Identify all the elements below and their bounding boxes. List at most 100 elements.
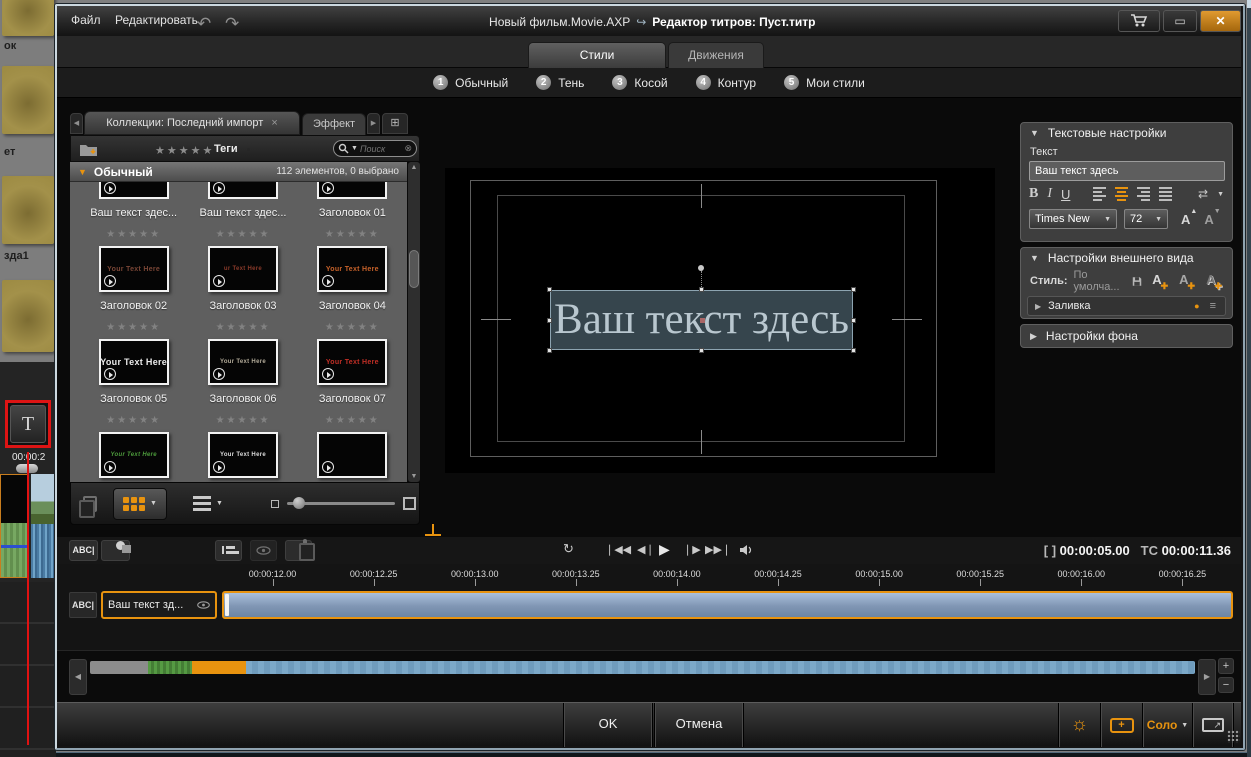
close-button[interactable]: ✕ — [1200, 10, 1241, 32]
background-header[interactable]: ▶ Настройки фона — [1021, 325, 1232, 347]
font-size-select[interactable]: 72 ▼ — [1124, 209, 1168, 229]
timeline-ruler[interactable]: 00:00:12.00 00:00:12.25 00:00:13.00 00:0… — [222, 564, 1233, 590]
clip-trim-handle[interactable] — [225, 594, 229, 616]
navigator-segment-orange[interactable] — [192, 661, 246, 674]
resize-handle-se[interactable] — [851, 348, 856, 353]
folder-import-icon[interactable] — [79, 142, 99, 157]
play-icon[interactable] — [322, 368, 334, 380]
zoom-large-icon[interactable] — [403, 497, 416, 510]
list-item[interactable]: Заголовок 01 — [298, 182, 407, 219]
search-options-caret-icon[interactable]: ▼ — [351, 145, 358, 152]
list-item[interactable]: Ваш текст здес... — [188, 182, 297, 219]
resize-handle-s[interactable] — [699, 348, 704, 353]
decrease-font-button[interactable]: A▼ — [1204, 212, 1220, 227]
scroll-left-button[interactable]: ◀ — [69, 659, 87, 695]
item-rating[interactable]: ★★★★★ — [325, 322, 380, 333]
fill-color-dot[interactable]: ● — [1194, 301, 1199, 311]
resize-handle-e[interactable] — [851, 318, 856, 323]
font-family-select[interactable]: Times New ▼ — [1029, 209, 1117, 229]
item-rating[interactable]: ★★★★★ — [325, 229, 380, 240]
scroll-right-button[interactable]: ▶ — [1198, 659, 1216, 695]
solo-button[interactable]: Соло ▼ — [1142, 703, 1192, 747]
category-outline[interactable]: 4 Контур — [696, 75, 756, 90]
item-rating[interactable]: ★★★★★ — [216, 415, 271, 426]
play-icon[interactable] — [104, 275, 116, 287]
collapse-icon[interactable]: ▼ — [1030, 128, 1039, 138]
bold-button[interactable]: B — [1029, 186, 1038, 202]
cart-button[interactable] — [1118, 10, 1160, 32]
menu-file[interactable]: Файл — [71, 13, 101, 27]
list-item[interactable]: ★★★★★ ur Text Here Заголовок 03 — [188, 219, 297, 312]
resize-handle-sw[interactable] — [547, 348, 552, 353]
underline-button[interactable]: U — [1061, 187, 1070, 202]
save-style-icon[interactable] — [1132, 275, 1142, 288]
navigator-segment-green[interactable] — [148, 661, 192, 674]
title-text-box[interactable]: Ваш текст здесь — [550, 290, 853, 350]
tab-effects[interactable]: Эффект — [302, 113, 366, 135]
item-rating[interactable]: ★★★★★ — [216, 229, 271, 240]
play-icon[interactable] — [213, 182, 225, 194]
category-my-styles[interactable]: 5 Мои стили — [784, 75, 865, 90]
add-shape-button[interactable] — [101, 540, 130, 561]
resize-handle-w[interactable] — [547, 318, 552, 323]
tab-scroll-left-icon[interactable]: ◀ — [70, 113, 83, 134]
step-back-icon[interactable]: ◀❘ — [637, 543, 655, 556]
list-item[interactable]: ★★★★★ Your Text Here — [188, 405, 297, 478]
search-input[interactable] — [360, 144, 403, 154]
fill-section-bar[interactable]: ▶ Заливка ● ≡ — [1027, 296, 1226, 316]
text-settings-header[interactable]: ▼ Текстовые настройки — [1021, 123, 1232, 143]
align-center-button[interactable] — [1115, 187, 1128, 201]
zoom-small-icon[interactable] — [271, 500, 279, 508]
expand-icon[interactable]: ▶ — [1035, 302, 1041, 311]
slider-knob[interactable] — [293, 497, 305, 509]
thumbnail-zoom-slider[interactable] — [271, 497, 416, 510]
background-settings-button[interactable]: ☼ — [1058, 703, 1100, 747]
list-item[interactable]: ★★★★★ Your Text Here Заголовок 07 — [298, 312, 407, 405]
play-icon[interactable] — [104, 368, 116, 380]
copy-items-icon[interactable] — [83, 496, 97, 512]
chevron-down-icon[interactable]: ▼ — [150, 500, 157, 507]
play-icon[interactable] — [213, 368, 225, 380]
bg-media-thumbnail[interactable] — [2, 0, 54, 36]
go-to-start-icon[interactable]: ❘◀◀ — [605, 543, 631, 556]
navigator-segment-blue[interactable] — [246, 661, 1195, 674]
add-edge-style-button[interactable]: A✚ — [1179, 272, 1196, 291]
item-rating[interactable]: ★★★★★ — [106, 415, 161, 426]
list-item[interactable]: ★★★★★ Your Text Here — [79, 405, 188, 478]
play-icon[interactable] — [104, 182, 116, 194]
list-view-button[interactable]: ▼ — [183, 488, 233, 520]
play-icon[interactable] — [213, 275, 225, 287]
scroll-up-icon[interactable]: ▲ — [408, 164, 420, 171]
rating-stars-filter[interactable]: ★★★★★ — [155, 144, 214, 157]
collapse-icon[interactable]: ▼ — [1030, 253, 1039, 263]
justify-button[interactable] — [1159, 187, 1172, 201]
play-icon[interactable] — [322, 461, 334, 473]
increase-font-button[interactable]: A▲ — [1181, 212, 1197, 227]
align-left-button[interactable] — [1093, 187, 1106, 201]
text-flow-button[interactable]: ⇄ — [1198, 187, 1208, 201]
list-item[interactable]: ★★★★★ Your Text Here Заголовок 05 — [79, 312, 188, 405]
navigator-segment-gray[interactable] — [90, 661, 148, 674]
title-text-input[interactable] — [1029, 161, 1225, 181]
play-icon[interactable] — [213, 461, 225, 473]
rotation-handle[interactable] — [698, 265, 704, 271]
add-face-style-button[interactable]: A✚ — [1152, 272, 1169, 291]
search-clear-icon[interactable]: ⊗ — [404, 143, 412, 154]
category-normal[interactable]: 1 Обычный — [433, 75, 508, 90]
volume-icon[interactable] — [739, 544, 753, 556]
step-forward-icon[interactable]: ❘▶ — [683, 543, 701, 556]
tags-button[interactable]: Теги — [214, 143, 238, 155]
slider-track[interactable] — [287, 502, 395, 505]
import-collection-button[interactable]: ⊞ — [382, 113, 408, 134]
fill-options-icon[interactable]: ≡ — [1210, 300, 1216, 312]
bg-video-clip[interactable] — [31, 474, 56, 578]
scroll-down-icon[interactable]: ▼ — [408, 473, 420, 480]
item-rating[interactable]: ★★★★★ — [325, 415, 380, 426]
play-icon[interactable] — [104, 461, 116, 473]
align-right-button[interactable] — [1137, 187, 1150, 201]
group-collapse-icon[interactable]: ▼ — [78, 167, 87, 177]
resize-handle-n[interactable] — [699, 287, 704, 292]
list-item[interactable]: ★★★★★ Your Text Here Заголовок 04 — [298, 219, 407, 312]
group-header[interactable]: ▼ Обычный 112 элементов, 0 выбрано — [70, 162, 407, 182]
category-shadow[interactable]: 2 Тень — [536, 75, 584, 90]
